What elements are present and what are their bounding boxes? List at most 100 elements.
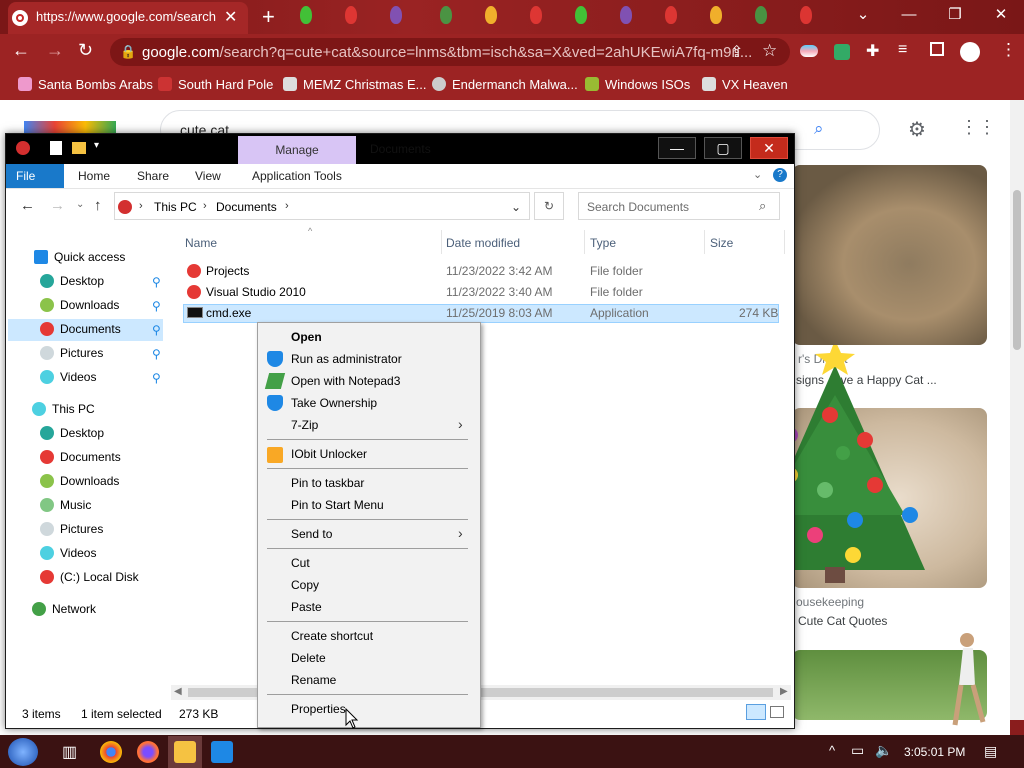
- address-dropdown-icon[interactable]: ⌄: [511, 200, 521, 214]
- menu-pin-taskbar[interactable]: Pin to taskbar: [291, 476, 364, 490]
- nav-pc-pictures[interactable]: Pictures: [40, 522, 103, 536]
- bookmark-endermanch[interactable]: Endermanch Malwa...: [432, 77, 578, 92]
- tab-home[interactable]: Home: [68, 164, 120, 188]
- app-taskbar-icon[interactable]: [211, 741, 233, 763]
- menu-delete[interactable]: Delete: [291, 651, 326, 665]
- column-divider[interactable]: [584, 230, 585, 254]
- new-tab-icon[interactable]: +: [262, 4, 275, 30]
- column-type[interactable]: Type: [590, 236, 616, 250]
- taskbar-clock[interactable]: 3:05:01 PM: [904, 745, 965, 759]
- apps-grid-icon[interactable]: ⋮⋮: [960, 117, 996, 138]
- scroll-left-icon[interactable]: ◀: [174, 686, 182, 697]
- extension-flag-icon[interactable]: [800, 45, 818, 57]
- nav-pc-music[interactable]: Music: [40, 498, 91, 512]
- column-size[interactable]: Size: [710, 236, 733, 250]
- menu-paste[interactable]: Paste: [291, 600, 322, 614]
- nav-qa-pictures[interactable]: Pictures: [40, 346, 103, 360]
- bookmark-windows-isos[interactable]: Windows ISOs: [585, 77, 690, 92]
- firefox-taskbar-icon[interactable]: [137, 741, 159, 763]
- help-icon[interactable]: ?: [773, 168, 787, 182]
- scrollbar-thumb[interactable]: [1013, 190, 1021, 350]
- close-icon[interactable]: ✕: [978, 0, 1024, 30]
- nav-pc-documents[interactable]: Documents: [40, 450, 121, 464]
- file-row[interactable]: cmd.exe 11/25/2019 8:03 AM Application 2…: [183, 304, 779, 323]
- menu-rename[interactable]: Rename: [291, 673, 336, 687]
- column-divider[interactable]: [784, 230, 785, 254]
- back-icon[interactable]: ←: [12, 40, 30, 61]
- column-date[interactable]: Date modified: [446, 236, 520, 250]
- menu-pin-start[interactable]: Pin to Start Menu: [291, 498, 384, 512]
- explorer-search-icon[interactable]: ⌕: [759, 198, 766, 214]
- tab-file[interactable]: File: [6, 164, 64, 188]
- nav-pc-videos[interactable]: Videos: [40, 546, 96, 560]
- menu-properties[interactable]: Properties: [291, 702, 346, 716]
- tab-close-icon[interactable]: ✕: [224, 7, 237, 27]
- nav-network[interactable]: Network: [32, 602, 96, 616]
- bookmark-south-pole[interactable]: South Hard Pole: [158, 77, 273, 92]
- reload-icon[interactable]: ↻: [78, 40, 93, 61]
- lock-icon[interactable]: 🔒: [120, 44, 136, 60]
- search-icon[interactable]: ⌕: [814, 119, 824, 139]
- explorer-maximize-icon[interactable]: ▢: [704, 137, 742, 159]
- column-divider[interactable]: [441, 230, 442, 254]
- file-explorer-taskbar-icon[interactable]: [174, 741, 196, 763]
- bookmark-star-icon[interactable]: ☆: [762, 41, 777, 61]
- nav-pc-local-disk[interactable]: (C:) Local Disk: [40, 570, 139, 584]
- restore-icon[interactable]: ❐: [932, 0, 978, 30]
- breadcrumb-documents[interactable]: Documents: [216, 200, 277, 214]
- extensions-puzzle-icon[interactable]: ✚: [866, 41, 879, 61]
- extension-s-icon[interactable]: [834, 44, 850, 60]
- nav-pc-desktop[interactable]: Desktop: [40, 426, 104, 440]
- details-view-icon[interactable]: [746, 704, 766, 720]
- menu-create-shortcut[interactable]: Create shortcut: [291, 629, 373, 643]
- refresh-icon[interactable]: ↻: [534, 192, 564, 220]
- profile-avatar-icon[interactable]: [960, 42, 980, 62]
- minimize-icon[interactable]: —: [886, 0, 932, 30]
- breadcrumb-this-pc[interactable]: This PC: [154, 200, 197, 214]
- menu-open-notepad3[interactable]: Open with Notepad3: [291, 374, 400, 388]
- up-folder-icon[interactable]: ↑: [94, 197, 102, 214]
- menu-open[interactable]: Open: [291, 330, 322, 344]
- media-control-icon[interactable]: ≡: [898, 41, 907, 59]
- tab-share[interactable]: Share: [127, 164, 179, 188]
- file-row[interactable]: Projects 11/23/2022 3:42 AM File folder: [183, 262, 779, 282]
- menu-copy[interactable]: Copy: [291, 578, 319, 592]
- tab-view[interactable]: View: [185, 164, 231, 188]
- forward-icon[interactable]: →: [46, 40, 64, 61]
- explorer-minimize-icon[interactable]: —: [658, 137, 696, 159]
- nav-pc-downloads[interactable]: Downloads: [40, 474, 119, 488]
- explorer-close-icon[interactable]: ✕: [750, 137, 788, 159]
- nav-quick-access[interactable]: Quick access: [34, 250, 125, 264]
- new-folder-qat-icon[interactable]: [72, 142, 86, 154]
- explorer-back-icon[interactable]: ←: [20, 197, 35, 214]
- nav-qa-desktop[interactable]: Desktop: [40, 274, 104, 288]
- menu-take-ownership[interactable]: Take Ownership: [291, 396, 377, 410]
- explorer-forward-icon[interactable]: →: [50, 197, 65, 214]
- cat-image-1[interactable]: [792, 165, 987, 345]
- recent-locations-icon[interactable]: ⌄: [76, 199, 84, 210]
- menu-run-as-admin[interactable]: Run as administrator: [291, 352, 402, 366]
- scroll-right-icon[interactable]: ▶: [780, 686, 788, 697]
- result-title[interactable]: Cute Cat Quotes: [798, 614, 887, 628]
- show-hidden-icons-icon[interactable]: ^: [829, 743, 835, 758]
- menu-iobit-unlocker[interactable]: IObit Unlocker: [291, 447, 367, 461]
- file-row[interactable]: Visual Studio 2010 11/23/2022 3:40 AM Fi…: [183, 283, 779, 303]
- menu-7zip[interactable]: 7-Zip: [291, 418, 318, 432]
- settings-gear-icon[interactable]: ⚙: [908, 117, 926, 142]
- menu-cut[interactable]: Cut: [291, 556, 310, 570]
- nav-qa-documents[interactable]: Documents: [40, 322, 121, 336]
- bookmark-memz[interactable]: MEMZ Christmas E...: [283, 77, 427, 92]
- tab-search-icon[interactable]: ⌄: [840, 0, 886, 30]
- side-panel-icon[interactable]: [930, 42, 944, 56]
- column-name[interactable]: Name: [185, 236, 217, 250]
- start-button-icon[interactable]: [8, 738, 38, 766]
- qat-dropdown-icon[interactable]: ▾: [94, 140, 99, 151]
- nav-this-pc[interactable]: This PC: [32, 402, 95, 416]
- share-icon[interactable]: ⇪: [730, 42, 743, 62]
- bookmark-santa[interactable]: Santa Bombs Arabs: [18, 77, 153, 92]
- chrome-taskbar-icon[interactable]: [100, 741, 122, 763]
- bookmark-vx-heaven[interactable]: VX Heaven: [702, 77, 788, 92]
- ribbon-expand-icon[interactable]: ⌄: [753, 168, 762, 181]
- manage-context-tab[interactable]: Manage: [238, 136, 356, 164]
- column-divider[interactable]: [704, 230, 705, 254]
